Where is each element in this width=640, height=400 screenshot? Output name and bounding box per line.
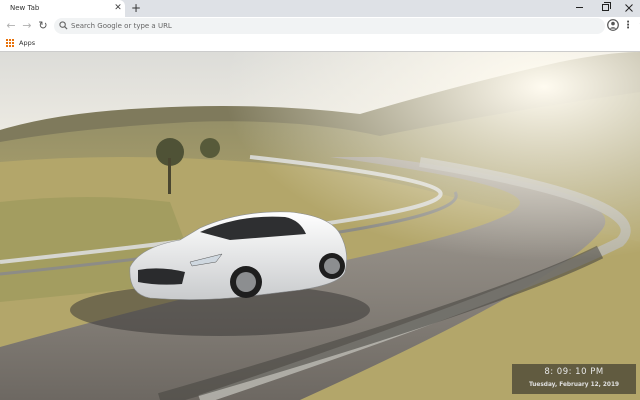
reload-icon[interactable]: ↻: [36, 19, 50, 33]
wallpaper-image: [0, 52, 640, 400]
restore-icon: [601, 4, 609, 11]
window-close-button[interactable]: [616, 0, 640, 16]
toolbar: ← → ↻ Search Google or type a URL ☆ ⋮: [0, 17, 640, 35]
minimize-button[interactable]: [566, 0, 592, 16]
clock-widget: 8: 09: 10 PM Tuesday, February 12, 2019: [512, 364, 636, 394]
profile-icon[interactable]: [607, 19, 619, 31]
tab-new-tab[interactable]: New Tab ✕: [0, 0, 125, 17]
address-bar[interactable]: Search Google or type a URL ☆: [54, 18, 640, 34]
forward-arrow-icon[interactable]: →: [20, 19, 34, 33]
plus-icon[interactable]: +: [129, 1, 143, 15]
window-close-icon: [625, 3, 633, 12]
clock-date: Tuesday, February 12, 2019: [528, 382, 620, 388]
restore-button[interactable]: [592, 0, 618, 16]
bookmarks-bar: Apps: [0, 35, 640, 52]
wallpaper: [0, 52, 640, 400]
address-placeholder: Search Google or type a URL: [71, 22, 172, 30]
back-arrow-icon[interactable]: ←: [4, 19, 18, 33]
minimize-icon: [575, 7, 583, 8]
menu-dots-icon[interactable]: ⋮: [622, 19, 634, 33]
tab-strip: New Tab ✕ +: [0, 0, 640, 17]
tab-title: New Tab: [10, 4, 40, 12]
apps-grid-icon: [6, 39, 14, 47]
clock-time: 8: 09: 10 PM: [544, 367, 604, 377]
apps-label: Apps: [19, 39, 36, 47]
close-icon[interactable]: ✕: [113, 3, 123, 13]
search-icon: [59, 21, 68, 30]
